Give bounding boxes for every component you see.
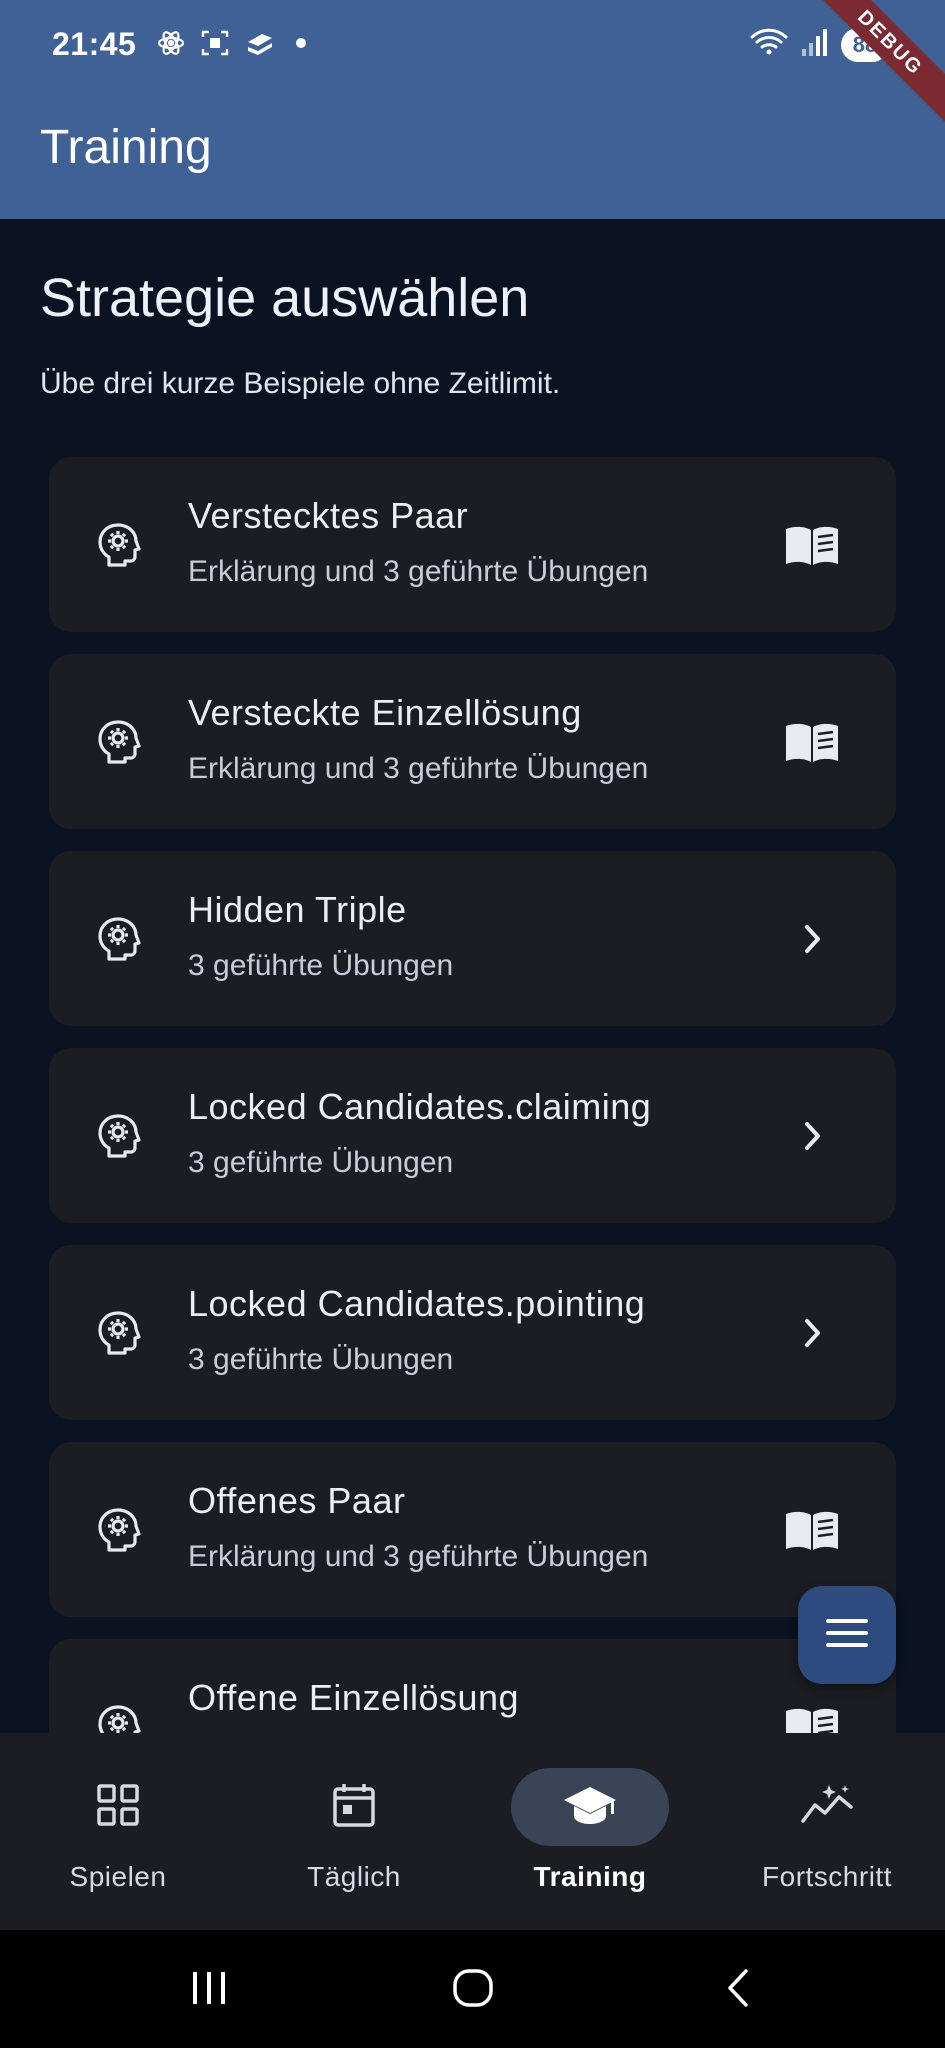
wifi-icon — [749, 26, 789, 63]
content-area[interactable]: Strategie auswählen Übe drei kurze Beisp… — [0, 219, 945, 1733]
strategy-card[interactable]: Locked Candidates.pointing 3 geführte Üb… — [49, 1245, 896, 1420]
section-title: Strategie auswählen — [40, 268, 530, 328]
screenshot-icon — [200, 28, 230, 58]
debug-ribbon: DEBUG — [789, 0, 945, 144]
home-button[interactable] — [443, 1966, 503, 2014]
trend-sparkle-icon — [799, 1781, 855, 1834]
recent-apps-button[interactable] — [179, 1966, 239, 2014]
brain-icon — [95, 718, 143, 766]
strategy-title: Locked Candidates.pointing — [188, 1283, 646, 1324]
strategy-card[interactable]: Offene Einzellösung — [49, 1639, 896, 1733]
status-bar: 21:45 88 DEBUG — [0, 0, 945, 144]
back-button[interactable] — [708, 1966, 768, 2014]
grid-icon — [94, 1781, 142, 1834]
layers-app-icon — [244, 28, 276, 58]
chevron-right-icon — [784, 913, 840, 965]
nav-item-taeglich[interactable]: Täglich — [236, 1733, 472, 1930]
section-subtitle: Übe drei kurze Beispiele ohne Zeitlimit. — [40, 367, 561, 400]
more-notifications-dot — [296, 38, 306, 48]
strategy-subtitle: Erklärung und 3 geführte Übungen — [188, 752, 649, 785]
strategy-card[interactable]: Offenes Paar Erklärung und 3 geführte Üb… — [49, 1442, 896, 1617]
notification-icons — [156, 28, 306, 58]
strategy-card[interactable]: Verstecktes Paar Erklärung und 3 geführt… — [49, 457, 896, 632]
nav-item-spielen[interactable]: Spielen — [0, 1733, 236, 1930]
strategy-title: Verstecktes Paar — [188, 495, 469, 536]
strategy-title: Offene Einzellösung — [188, 1677, 520, 1718]
nav-icon-container — [748, 1768, 906, 1846]
nav-icon-container — [275, 1768, 433, 1846]
chevron-right-icon — [784, 1110, 840, 1162]
brain-icon — [95, 915, 143, 963]
strategy-subtitle: 3 geführte Übungen — [188, 1146, 454, 1179]
brain-icon — [95, 1309, 143, 1357]
brain-icon — [95, 1506, 143, 1554]
home-icon — [451, 1968, 495, 2013]
strategy-subtitle: 3 geführte Übungen — [188, 1343, 454, 1376]
menu-icon — [824, 1616, 870, 1655]
nav-label: Täglich — [307, 1861, 401, 1892]
app-header: 21:45 88 DEBUG Training — [0, 0, 945, 219]
app-bar-title: Training — [40, 121, 212, 174]
system-navigation-bar — [0, 1930, 945, 2048]
strategy-title: Versteckte Einzellösung — [188, 692, 582, 733]
atom-icon — [156, 28, 186, 58]
book-icon — [784, 1504, 840, 1556]
back-icon — [722, 1967, 754, 2014]
strategy-title: Hidden Triple — [188, 889, 407, 930]
strategy-subtitle: 3 geführte Übungen — [188, 949, 454, 982]
book-icon — [784, 1701, 840, 1733]
strategy-title: Locked Candidates.claiming — [188, 1086, 652, 1127]
book-icon — [784, 519, 840, 571]
menu-fab-button[interactable] — [798, 1586, 896, 1684]
strategy-card[interactable]: Versteckte Einzellösung Erklärung und 3 … — [49, 654, 896, 829]
status-time: 21:45 — [52, 26, 137, 62]
signal-icon — [801, 27, 829, 62]
nav-icon-container — [511, 1768, 669, 1846]
brain-icon — [95, 1703, 143, 1733]
nav-item-fortschritt[interactable]: Fortschritt — [709, 1733, 945, 1930]
nav-icon-container — [39, 1768, 197, 1846]
nav-item-training[interactable]: Training — [472, 1733, 708, 1930]
screen: 21:45 88 DEBUG Training Strategie auswäh… — [0, 0, 945, 2048]
brain-icon — [95, 521, 143, 569]
graduation-cap-icon — [562, 1781, 618, 1834]
calendar-icon — [330, 1781, 378, 1834]
chevron-right-icon — [784, 1307, 840, 1359]
strategy-card[interactable]: Hidden Triple 3 geführte Übungen — [49, 851, 896, 1026]
strategy-subtitle: Erklärung und 3 geführte Übungen — [188, 1540, 649, 1573]
book-icon — [784, 716, 840, 768]
recent-apps-icon — [189, 1970, 229, 2011]
strategy-card[interactable]: Locked Candidates.claiming 3 geführte Üb… — [49, 1048, 896, 1223]
strategy-list: Verstecktes Paar Erklärung und 3 geführt… — [49, 457, 896, 1733]
nav-label: Training — [533, 1861, 647, 1892]
brain-icon — [95, 1112, 143, 1160]
nav-label: Fortschritt — [762, 1861, 892, 1892]
bottom-navigation: Spielen Täglich Training Fortschritt — [0, 1733, 945, 1930]
nav-label: Spielen — [69, 1861, 167, 1892]
strategy-subtitle: Erklärung und 3 geführte Übungen — [188, 555, 649, 588]
strategy-title: Offenes Paar — [188, 1480, 406, 1521]
